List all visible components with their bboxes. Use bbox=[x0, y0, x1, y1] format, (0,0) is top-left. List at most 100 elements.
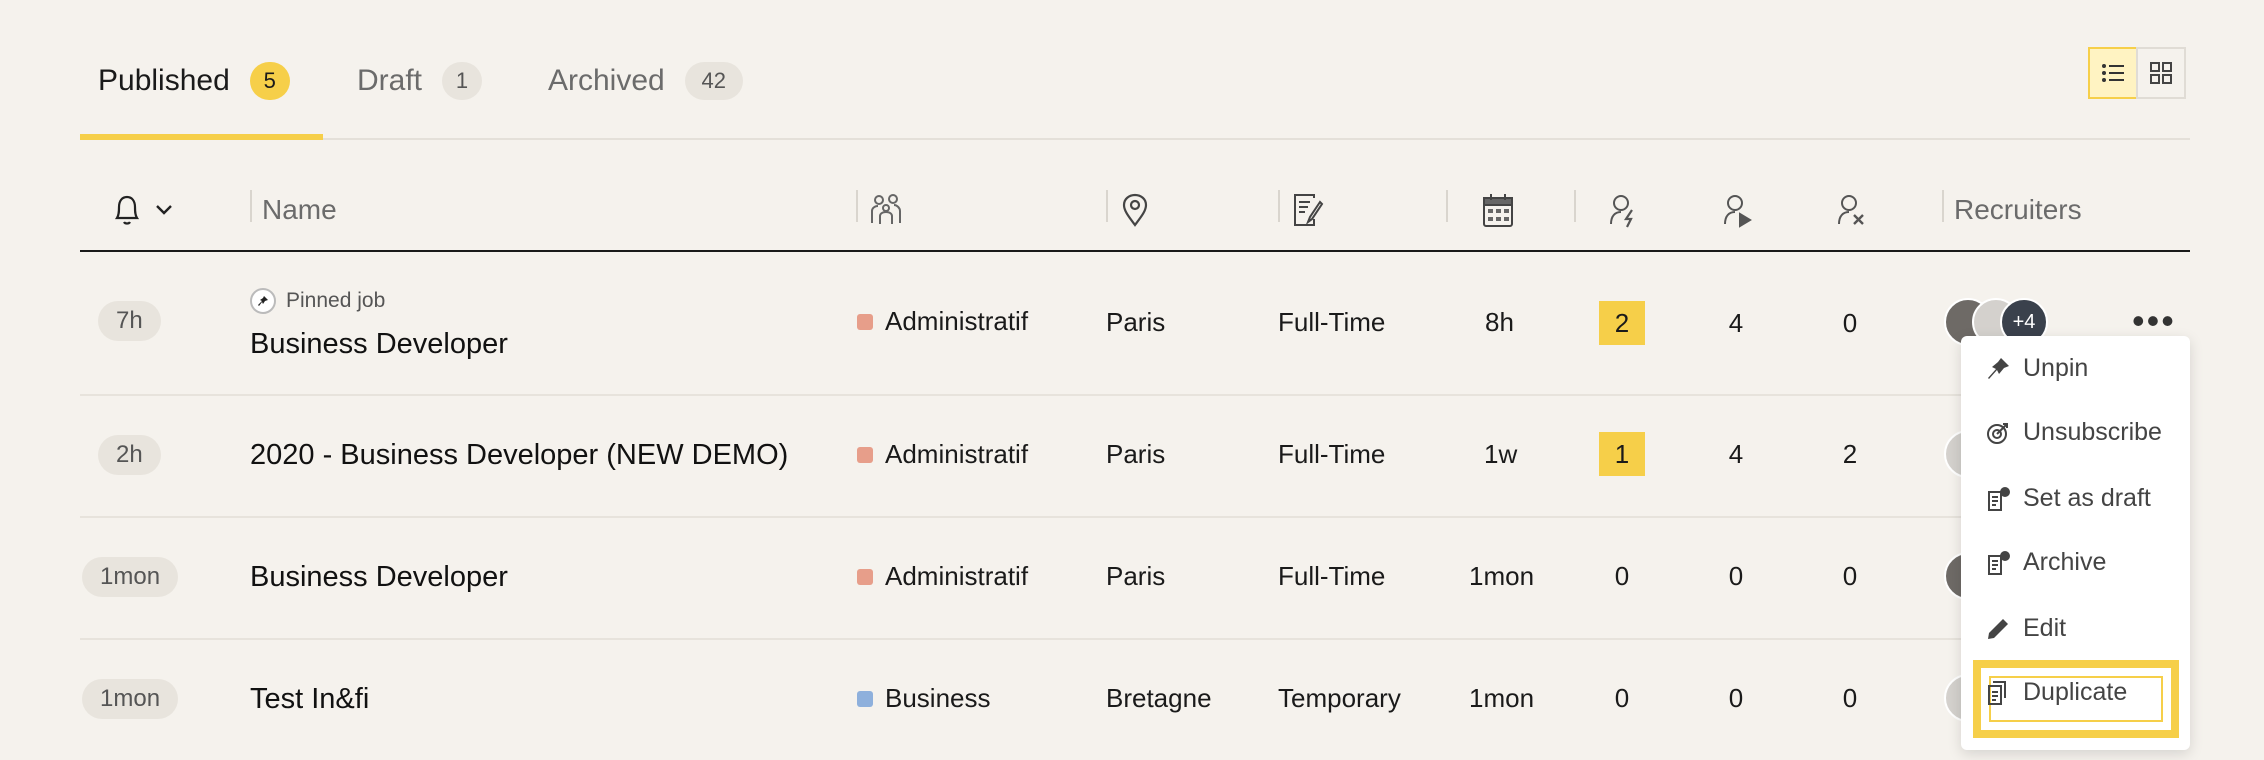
posted-cell: 1mon bbox=[1469, 683, 1535, 713]
job-name[interactable]: Test In&fi bbox=[250, 683, 369, 716]
age-cell: 1mon bbox=[82, 557, 179, 597]
table-row[interactable]: 1mon Test In&fi Business Bretagne Tempor… bbox=[80, 638, 2190, 760]
column-divider bbox=[1446, 190, 1448, 222]
age-cell: 2h bbox=[98, 435, 161, 475]
new-candidates-cell[interactable]: 0 bbox=[1599, 676, 1645, 720]
menu-item-archive[interactable]: Archive bbox=[1985, 548, 2106, 577]
table-row[interactable]: 1mon Business Developer Administratif Pa… bbox=[80, 516, 2190, 640]
new-candidates-count: 0 bbox=[1614, 560, 1630, 591]
contract-cell: Temporary bbox=[1278, 683, 1401, 713]
new-candidates-cell[interactable]: 2 bbox=[1599, 301, 1645, 345]
list-view-button[interactable] bbox=[2088, 47, 2138, 99]
tab-count-badge: 5 bbox=[249, 62, 290, 100]
location-cell: Paris bbox=[1106, 439, 1166, 469]
grid-view-icon bbox=[2150, 62, 2172, 84]
menu-item-edit[interactable]: Edit bbox=[1985, 614, 2066, 643]
job-name[interactable]: 2020 - Business Developer (NEW DEMO) bbox=[250, 439, 788, 472]
column-header-in-progress[interactable] bbox=[1722, 170, 1752, 250]
posted-cell: 1mon bbox=[1469, 561, 1535, 591]
location-cell: Paris bbox=[1106, 307, 1166, 337]
tab-label: Archived bbox=[548, 64, 665, 97]
in-progress-cell[interactable]: 4 bbox=[1713, 301, 1759, 345]
new-candidates-count: 2 bbox=[1599, 301, 1645, 345]
age-badge: 2h bbox=[98, 435, 161, 475]
department-cell: Administratif bbox=[857, 439, 1028, 470]
in-progress-count: 0 bbox=[1728, 560, 1744, 591]
department-color-dot bbox=[857, 568, 873, 585]
job-name[interactable]: Business Developer bbox=[250, 328, 508, 361]
new-candidates-cell[interactable]: 1 bbox=[1599, 432, 1645, 476]
posted-cell: 8h bbox=[1485, 307, 1514, 337]
in-progress-count: 4 bbox=[1728, 307, 1744, 338]
chevron-down-icon bbox=[156, 205, 172, 215]
column-header-name[interactable]: Name bbox=[262, 170, 337, 250]
in-progress-cell[interactable]: 0 bbox=[1713, 554, 1759, 598]
candidate-play-icon bbox=[1724, 195, 1752, 228]
in-progress-cell[interactable]: 4 bbox=[1713, 432, 1759, 476]
menu-item-label: Edit bbox=[2023, 614, 2067, 642]
menu-item-label: Set as draft bbox=[2023, 484, 2151, 512]
table-header: Name Recruiters bbox=[80, 170, 2190, 252]
tab-archived[interactable]: Archived 42 bbox=[548, 62, 743, 100]
age-cell: 7h bbox=[98, 301, 161, 341]
age-badge: 1mon bbox=[82, 557, 179, 597]
tab-label: Published bbox=[98, 64, 230, 97]
table-row[interactable]: 7h Pinned job Business Developer Adminis… bbox=[80, 252, 2190, 396]
in-progress-count: 0 bbox=[1728, 682, 1744, 713]
new-candidates-cell[interactable]: 0 bbox=[1599, 554, 1645, 598]
menu-item-label: Duplicate bbox=[2023, 678, 2128, 706]
rejected-cell[interactable]: 2 bbox=[1827, 432, 1873, 476]
column-divider bbox=[856, 190, 858, 222]
column-header-location[interactable] bbox=[1120, 170, 1150, 250]
department-label: Business bbox=[885, 683, 991, 713]
column-header-new-candidates[interactable] bbox=[1608, 170, 1638, 250]
pinned-label: Pinned job bbox=[286, 289, 386, 312]
contract-cell: Full-Time bbox=[1278, 439, 1386, 469]
pencil-icon bbox=[1988, 618, 2008, 639]
menu-item-unpin[interactable]: Unpin bbox=[1985, 354, 2088, 383]
column-header-department[interactable] bbox=[869, 170, 905, 250]
new-candidates-count: 0 bbox=[1614, 682, 1630, 713]
view-toggle bbox=[2088, 47, 2186, 99]
contract-cell: Full-Time bbox=[1278, 561, 1386, 591]
age-cell: 1mon bbox=[82, 679, 179, 719]
menu-item-label: Unsubscribe bbox=[2023, 418, 2162, 446]
column-divider bbox=[1106, 190, 1108, 222]
in-progress-count: 4 bbox=[1728, 438, 1744, 469]
menu-item-set-as-draft[interactable]: Set as draft bbox=[1985, 484, 2151, 513]
alert-filter[interactable] bbox=[112, 170, 174, 250]
table-row[interactable]: 2h 2020 - Business Developer (NEW DEMO) … bbox=[80, 394, 2190, 518]
department-cell: Administratif bbox=[857, 561, 1028, 592]
rejected-count: 0 bbox=[1842, 307, 1858, 338]
people-icon bbox=[871, 194, 901, 224]
rejected-cell[interactable]: 0 bbox=[1827, 676, 1873, 720]
in-progress-cell[interactable]: 0 bbox=[1713, 676, 1759, 720]
tab-draft[interactable]: Draft 1 bbox=[357, 62, 483, 100]
grid-view-button[interactable] bbox=[2136, 47, 2186, 99]
rejected-cell[interactable]: 0 bbox=[1827, 301, 1873, 345]
column-header-rejected[interactable] bbox=[1836, 170, 1866, 250]
job-name[interactable]: Business Developer bbox=[250, 561, 508, 594]
calendar-icon bbox=[1483, 194, 1513, 227]
menu-item-duplicate[interactable]: Duplicate bbox=[1985, 678, 2127, 707]
column-header-posted[interactable] bbox=[1482, 170, 1514, 250]
draft-icon bbox=[1988, 486, 2010, 511]
row-actions-menu: Unpin Unsubscribe Set as draft Archive E… bbox=[1961, 336, 2190, 750]
tab-published[interactable]: Published 5 bbox=[98, 62, 290, 100]
unsubscribe-icon bbox=[1987, 422, 2008, 444]
location-pin-icon bbox=[1122, 193, 1148, 227]
menu-item-label: Unpin bbox=[2023, 354, 2089, 382]
contract-edit-icon bbox=[1294, 194, 1324, 226]
column-header-recruiters[interactable]: Recruiters bbox=[1954, 170, 2082, 250]
tab-count-badge: 1 bbox=[442, 62, 483, 100]
rejected-count: 0 bbox=[1842, 560, 1858, 591]
candidate-new-icon bbox=[1610, 195, 1633, 228]
menu-item-unsubscribe[interactable]: Unsubscribe bbox=[1985, 418, 2162, 447]
location-cell: Bretagne bbox=[1106, 683, 1212, 713]
pin-icon bbox=[250, 288, 276, 314]
department-color-dot bbox=[857, 313, 873, 330]
column-header-contract[interactable] bbox=[1292, 170, 1324, 250]
column-divider bbox=[250, 190, 252, 222]
age-badge: 1mon bbox=[82, 679, 179, 719]
rejected-cell[interactable]: 0 bbox=[1827, 554, 1873, 598]
